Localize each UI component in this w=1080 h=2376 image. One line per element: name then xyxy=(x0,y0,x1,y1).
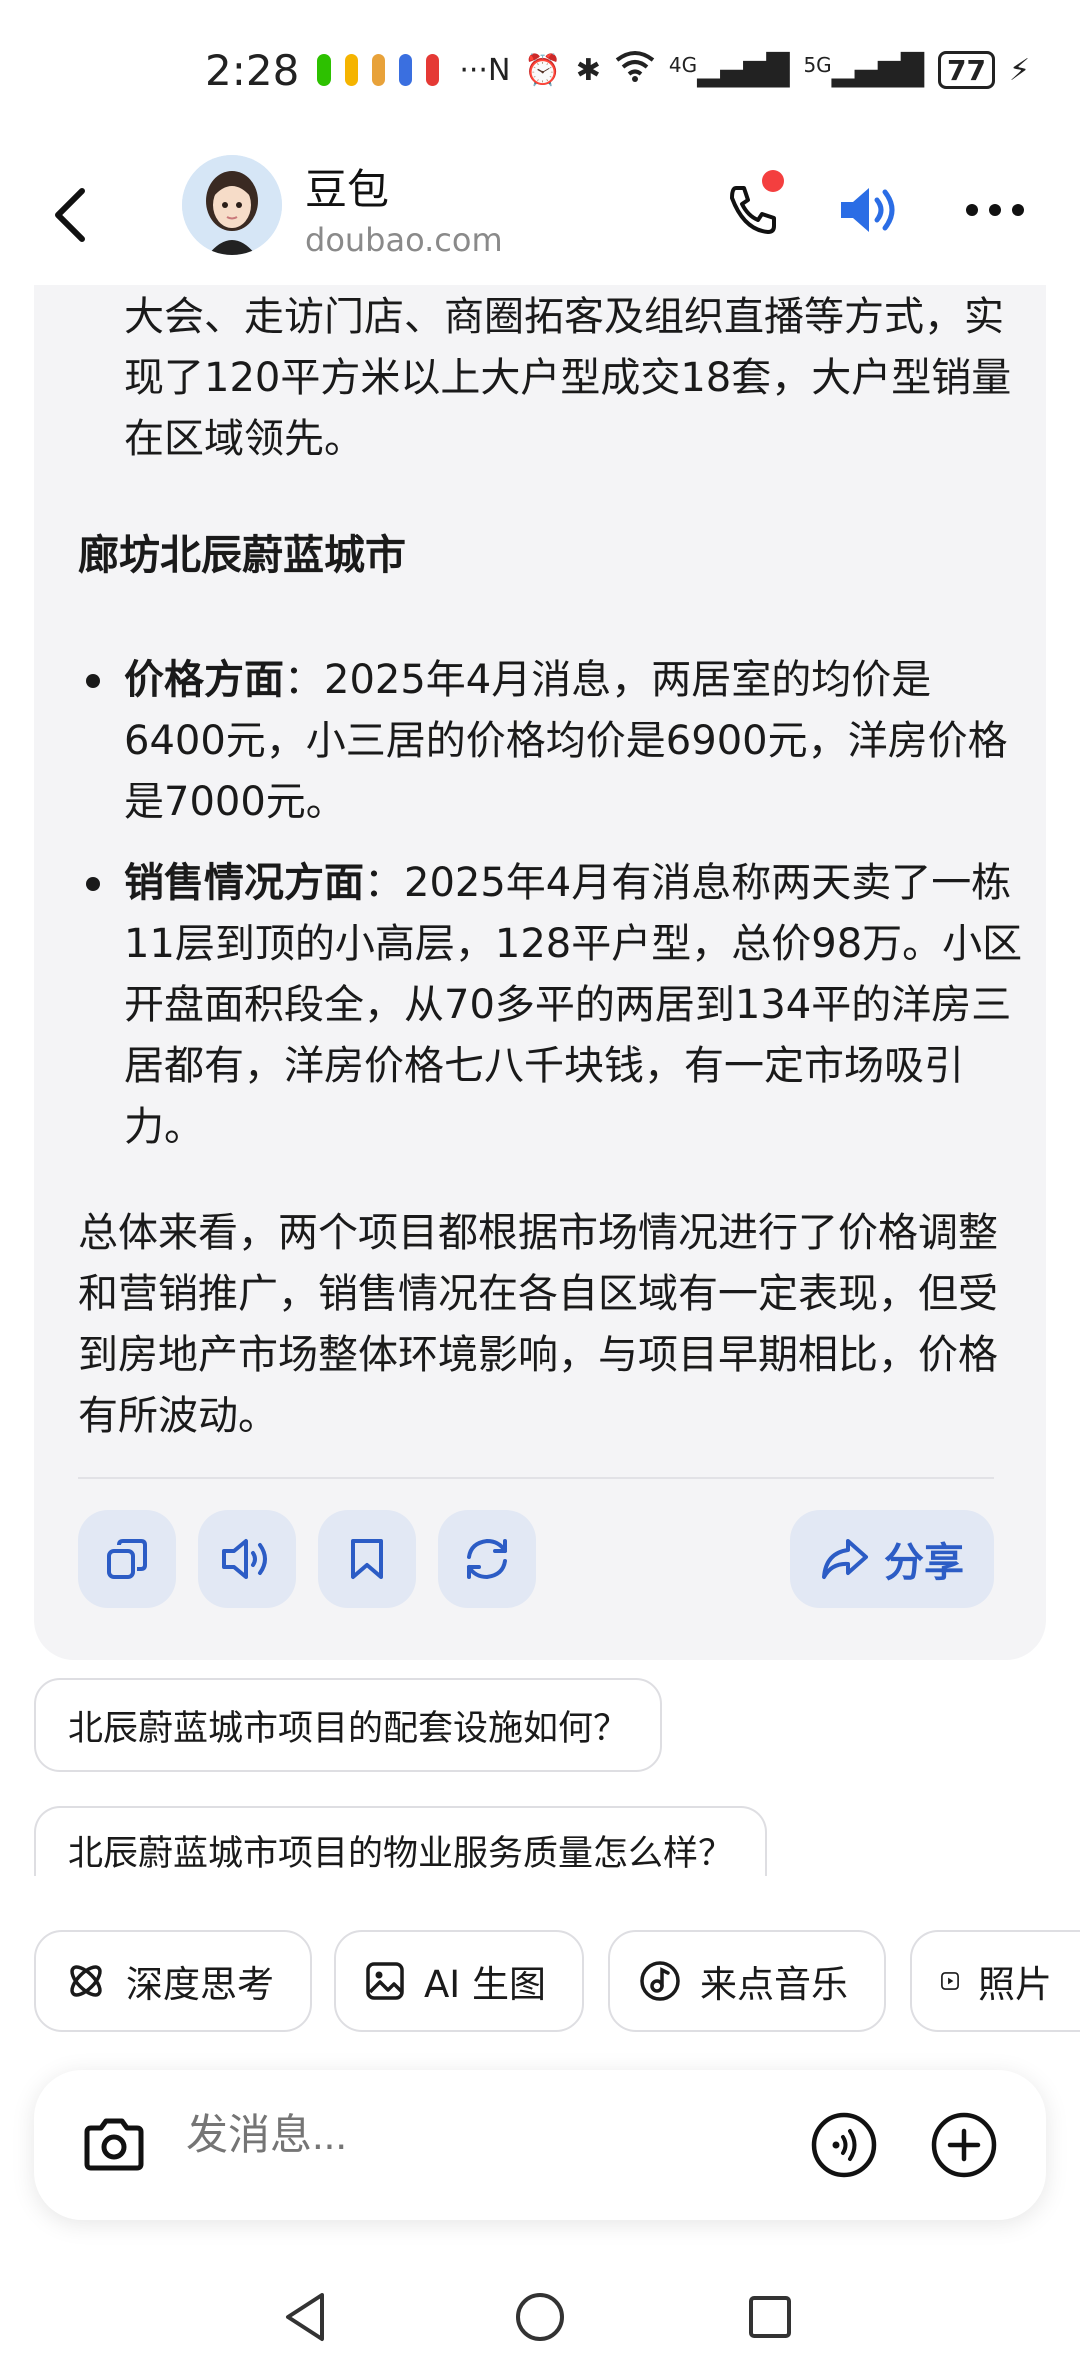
app-notification-icon xyxy=(371,54,385,86)
nav-recents-button[interactable] xyxy=(735,2282,805,2352)
voice-input-button[interactable] xyxy=(804,2105,884,2185)
assistant-message-card: 大会、走访门店、商圈拓客及组织直播等方式，实现了120平方米以上大户型成交18套… xyxy=(34,285,1046,1660)
section-title: 廊坊北辰蔚蓝城市 xyxy=(78,531,406,579)
status-time: 2:28 xyxy=(205,45,300,95)
bot-name: 豆包 xyxy=(305,165,390,214)
network-4g-label: 4G xyxy=(668,52,698,77)
list-item-label: 销售情况方面 xyxy=(124,860,364,906)
nav-home-button[interactable] xyxy=(505,2282,575,2352)
back-button[interactable] xyxy=(40,170,100,260)
chip-label: 深度思考 xyxy=(126,1963,274,2006)
more-options-button[interactable] xyxy=(955,170,1035,250)
network-5g-label: 5G xyxy=(803,52,832,77)
chip-label: 来点音乐 xyxy=(700,1963,848,2006)
share-label: 分享 xyxy=(884,1540,964,1586)
add-attachment-button[interactable] xyxy=(924,2105,1004,2185)
message-paragraph: 大会、走访门店、商圈拓客及组织直播等方式，实现了120平方米以上大户型成交18套… xyxy=(124,294,1012,462)
list-item-text: 销售情况方面：2025年4月有消息称两天卖了一栋11层到顶的小高层，128平户型… xyxy=(124,853,1024,1158)
copy-icon xyxy=(107,1539,147,1579)
summary-paragraph: 总体来看，两个项目都根据市场情况进行了价格调整和营销推广，销售情况在各自区域有一… xyxy=(78,1210,998,1439)
atom-icon xyxy=(70,1965,102,1997)
bot-domain: doubao.com xyxy=(305,221,503,259)
suggested-question-text: 北辰蔚蓝城市项目的配套设施如何？ xyxy=(68,1708,629,1749)
bullet-dot xyxy=(86,877,100,891)
triangle-back-icon xyxy=(286,2293,324,2341)
music-icon xyxy=(640,1961,680,2001)
more-notifications: ··· xyxy=(459,52,488,88)
nav-back-button[interactable] xyxy=(270,2282,340,2352)
chat-title-block: 豆包 doubao.com xyxy=(305,156,503,259)
bullet-dot xyxy=(86,674,100,688)
chip-label: 照片 xyxy=(978,1963,1052,2006)
camera-button[interactable] xyxy=(74,2105,154,2185)
app-notification-icon xyxy=(426,54,440,86)
share-button[interactable]: 分享 xyxy=(790,1510,994,1608)
nfc-icon: N xyxy=(487,52,511,88)
notification-dot xyxy=(762,170,784,192)
suggested-question-text: 北辰蔚蓝城市项目的物业服务质量怎么样？ xyxy=(68,1834,734,1874)
refresh-icon xyxy=(467,1538,507,1580)
suggested-question[interactable]: 北辰蔚蓝城市项目的物业服务质量怎么样？ xyxy=(34,1806,768,1876)
chip-deep-thinking[interactable]: 深度思考 xyxy=(34,1930,312,2032)
voice-wave-icon xyxy=(811,2112,877,2178)
speaker-icon xyxy=(841,188,895,232)
voice-playback-button[interactable] xyxy=(830,170,910,250)
battery-indicator: 77 xyxy=(937,51,995,89)
wifi-icon xyxy=(615,50,655,90)
read-aloud-button[interactable] xyxy=(198,1510,296,1608)
image-icon xyxy=(366,1962,404,2000)
camera-icon xyxy=(84,2118,144,2171)
suggested-question[interactable]: 北辰蔚蓝城市项目的配套设施如何？ xyxy=(34,1678,663,1772)
chip-photo[interactable]: 照片 xyxy=(910,1930,1080,2032)
battery-level: 77 xyxy=(946,53,986,87)
charging-icon: ⚡ xyxy=(1008,52,1031,88)
play-icon xyxy=(941,1972,959,1990)
signal-5g-icon: 5G▂▄▆█ xyxy=(803,52,924,88)
bluetooth-icon: ✱ xyxy=(575,52,601,88)
chevron-left-icon xyxy=(55,188,85,242)
chip-label: AI 生图 xyxy=(424,1963,546,2006)
speaker-icon xyxy=(222,1539,267,1579)
app-notification-icon xyxy=(398,54,413,86)
plus-icon xyxy=(931,2112,997,2178)
copy-button[interactable] xyxy=(78,1510,176,1608)
square-recents-icon xyxy=(749,2296,791,2338)
message-input-bar xyxy=(34,2070,1046,2220)
list-item-text: 价格方面：2025年4月消息，两居室的均价是6400元，小三居的价格均价是690… xyxy=(124,650,1024,833)
system-navigation-bar xyxy=(0,2260,1080,2376)
signal-4g-icon: 4G▂▄▆█ xyxy=(668,52,790,88)
divider xyxy=(78,1477,994,1479)
regenerate-button[interactable] xyxy=(438,1510,536,1608)
app-notification-icon xyxy=(344,54,358,86)
chat-header: 豆包 doubao.com xyxy=(0,140,1080,290)
circle-home-icon xyxy=(516,2293,564,2341)
message-input[interactable] xyxy=(184,2110,729,2160)
more-horizontal-icon xyxy=(966,204,1024,216)
alarm-icon: ⏰ xyxy=(524,52,562,88)
list-item: 销售情况方面：2025年4月有消息称两天卖了一栋11层到顶的小高层，128平户型… xyxy=(78,853,1022,1163)
bookmark-icon xyxy=(351,1539,383,1579)
status-bar: 2:28 ··· N ⏰ ✱ 4G▂▄▆█ 5G▂▄▆█ 77 ⚡ xyxy=(0,0,1080,140)
avatar[interactable] xyxy=(182,155,282,255)
wechat-icon xyxy=(317,54,331,86)
chip-ai-image[interactable]: AI 生图 xyxy=(334,1930,584,2032)
chip-music[interactable]: 来点音乐 xyxy=(608,1930,886,2032)
bookmark-button[interactable] xyxy=(318,1510,416,1608)
share-icon xyxy=(822,1539,868,1579)
list-item-label: 价格方面 xyxy=(124,657,284,703)
list-item: 价格方面：2025年4月消息，两居室的均价是6400元，小三居的价格均价是690… xyxy=(78,650,1018,840)
